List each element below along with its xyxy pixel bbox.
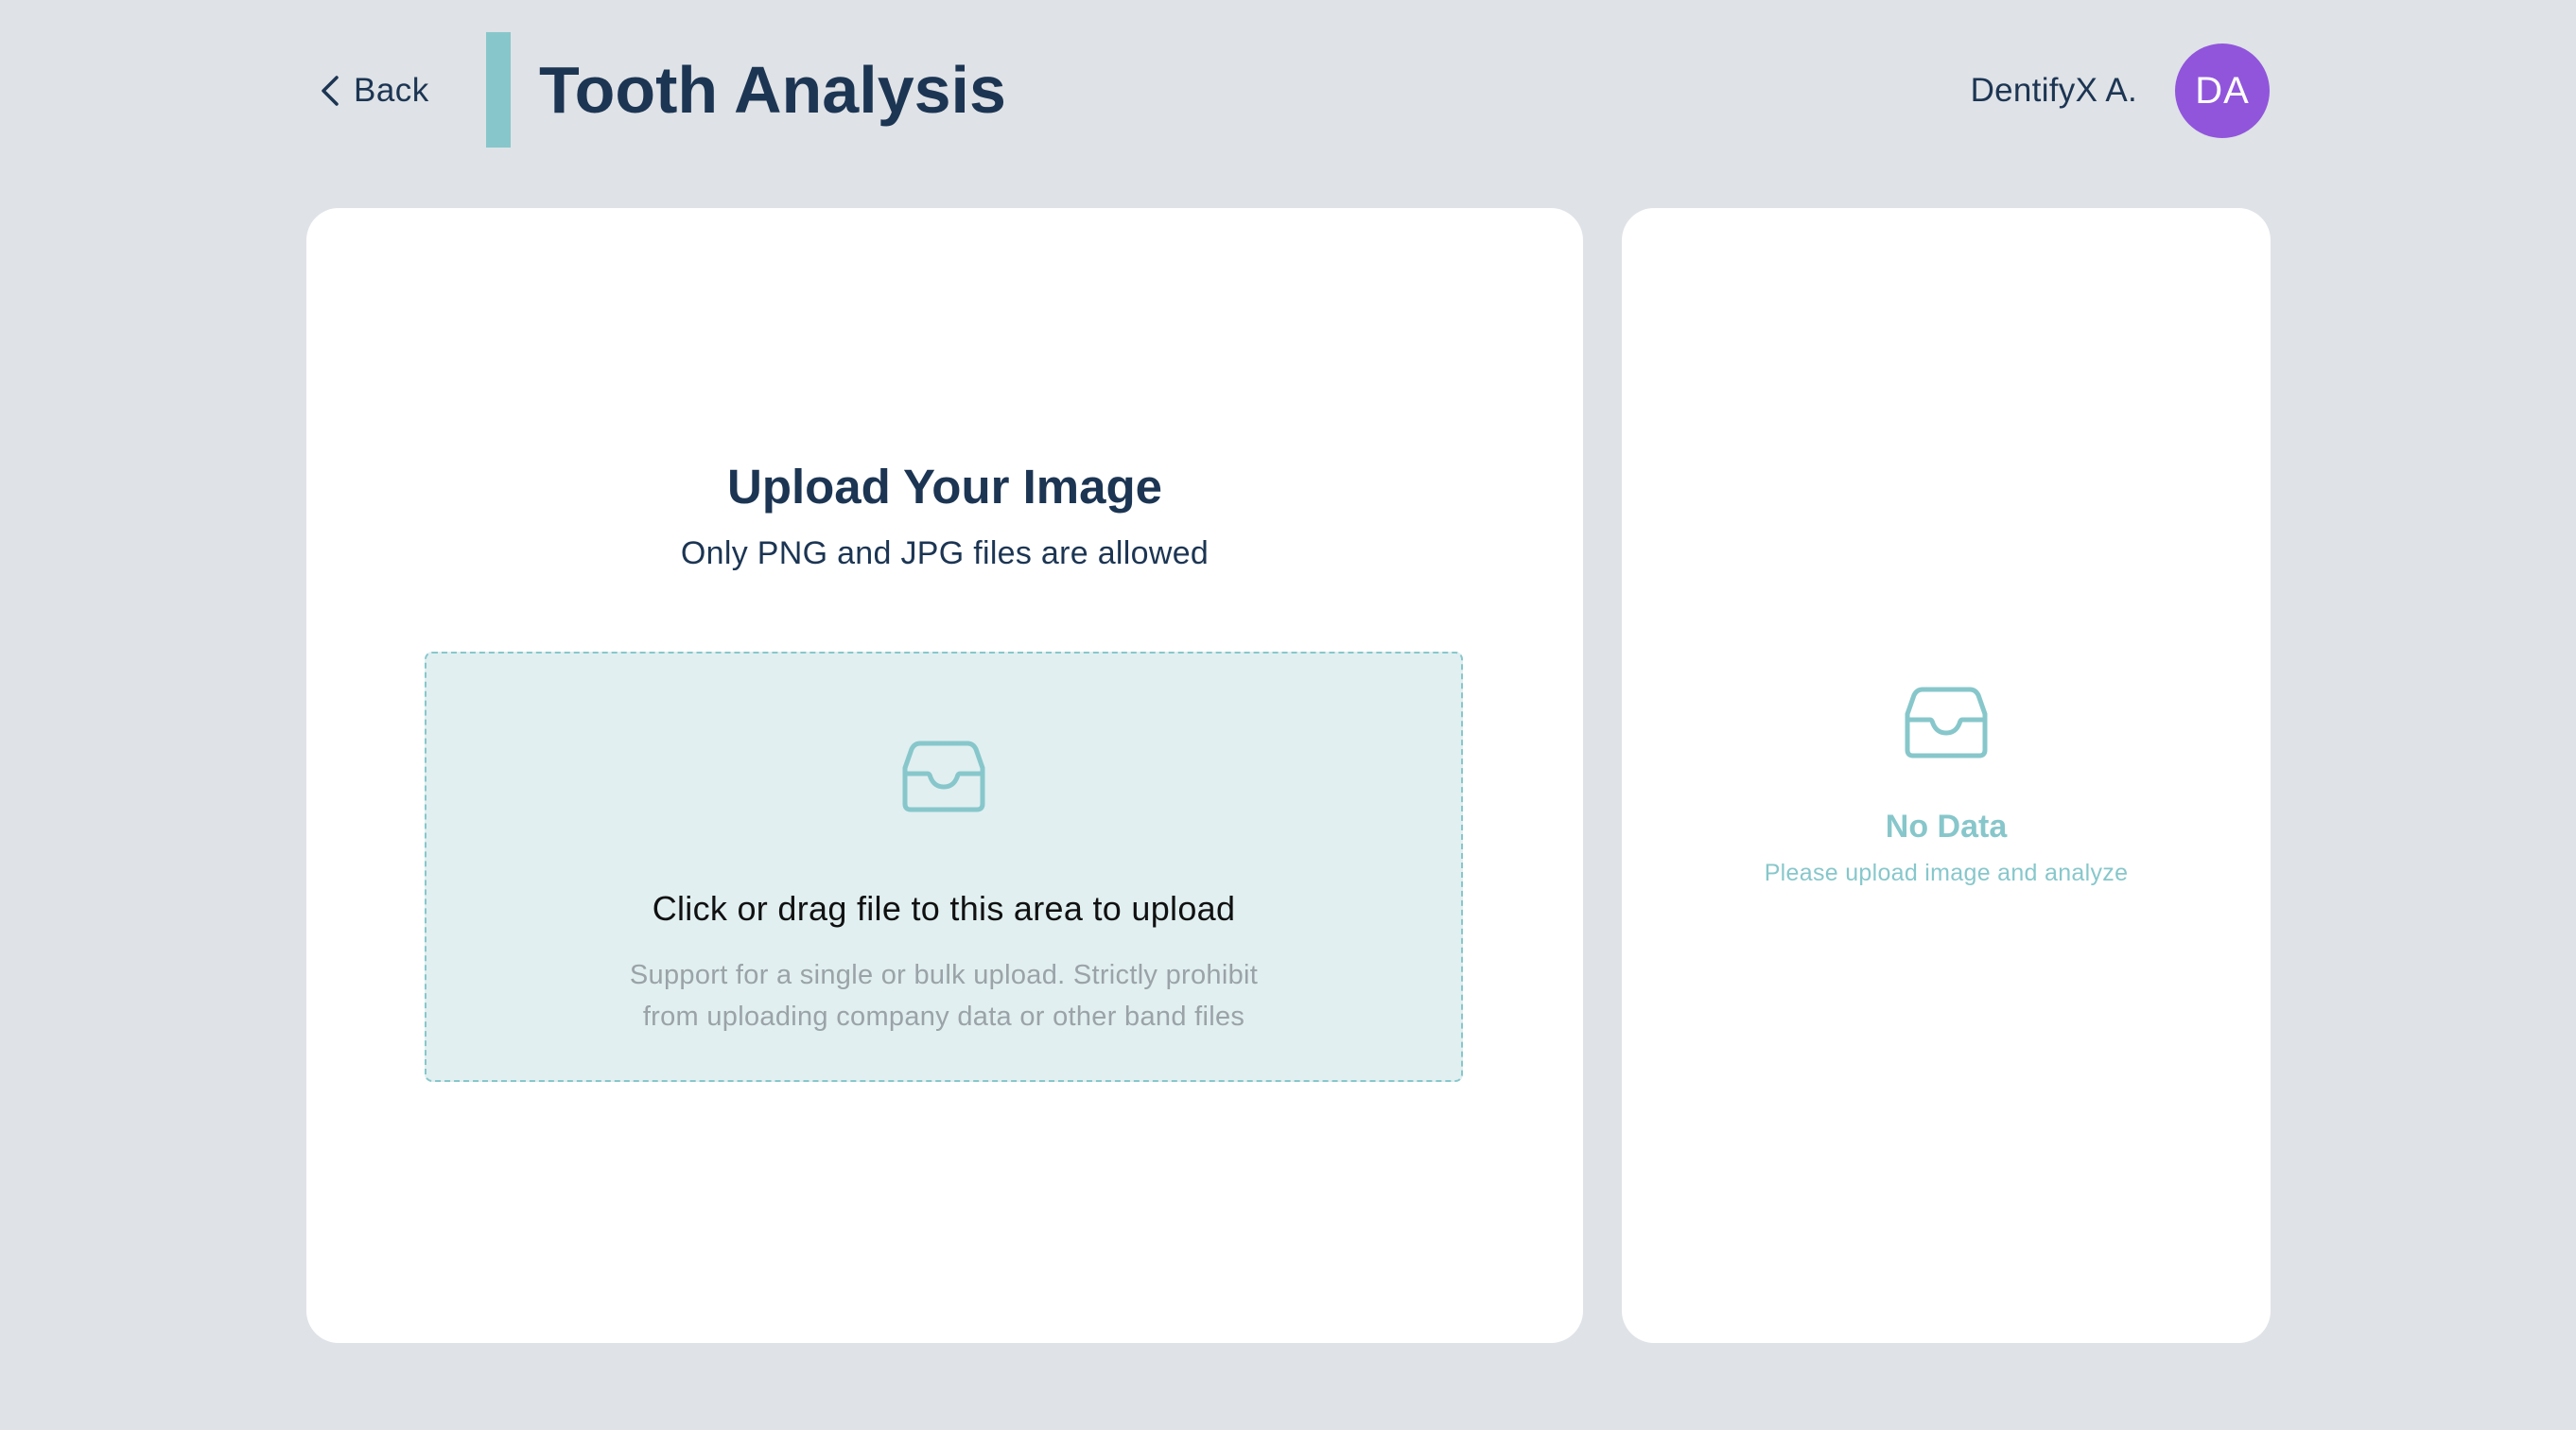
title-accent-bar bbox=[486, 32, 511, 148]
dropzone-hint: Support for a single or bulk upload. Str… bbox=[426, 954, 1461, 1038]
back-label: Back bbox=[354, 72, 429, 109]
empty-state-title: No Data bbox=[1885, 809, 2008, 845]
page-title: Tooth Analysis bbox=[539, 53, 1006, 127]
user-menu[interactable]: DentifyX A. DA bbox=[1971, 44, 2270, 138]
chevron-left-icon bbox=[322, 76, 339, 106]
results-card: No Data Please upload image and analyze bbox=[1622, 208, 2271, 1343]
upload-subtitle: Only PNG and JPG files are allowed bbox=[680, 535, 1210, 571]
dropzone-hint-line-1: Support for a single or bulk upload. Str… bbox=[629, 960, 1259, 990]
empty-state-subtitle: Please upload image and analyze bbox=[1764, 860, 2129, 886]
dropzone-hint-line-2: from uploading company data or other ban… bbox=[642, 1002, 1245, 1032]
user-name: DentifyX A. bbox=[1970, 72, 2137, 109]
upload-card: Upload Your Image Only PNG and JPG files… bbox=[306, 208, 1583, 1343]
back-button[interactable]: Back bbox=[320, 66, 429, 115]
inbox-icon bbox=[1905, 687, 1988, 759]
upload-dropzone[interactable]: Click or drag file to this area to uploa… bbox=[425, 652, 1463, 1082]
avatar[interactable]: DA bbox=[2175, 44, 2270, 138]
dropzone-text: Click or drag file to this area to uploa… bbox=[652, 889, 1236, 928]
page-header: Back Tooth Analysis DentifyX A. DA bbox=[306, 32, 2270, 149]
upload-title: Upload Your Image bbox=[726, 460, 1163, 514]
inbox-icon bbox=[902, 741, 985, 812]
